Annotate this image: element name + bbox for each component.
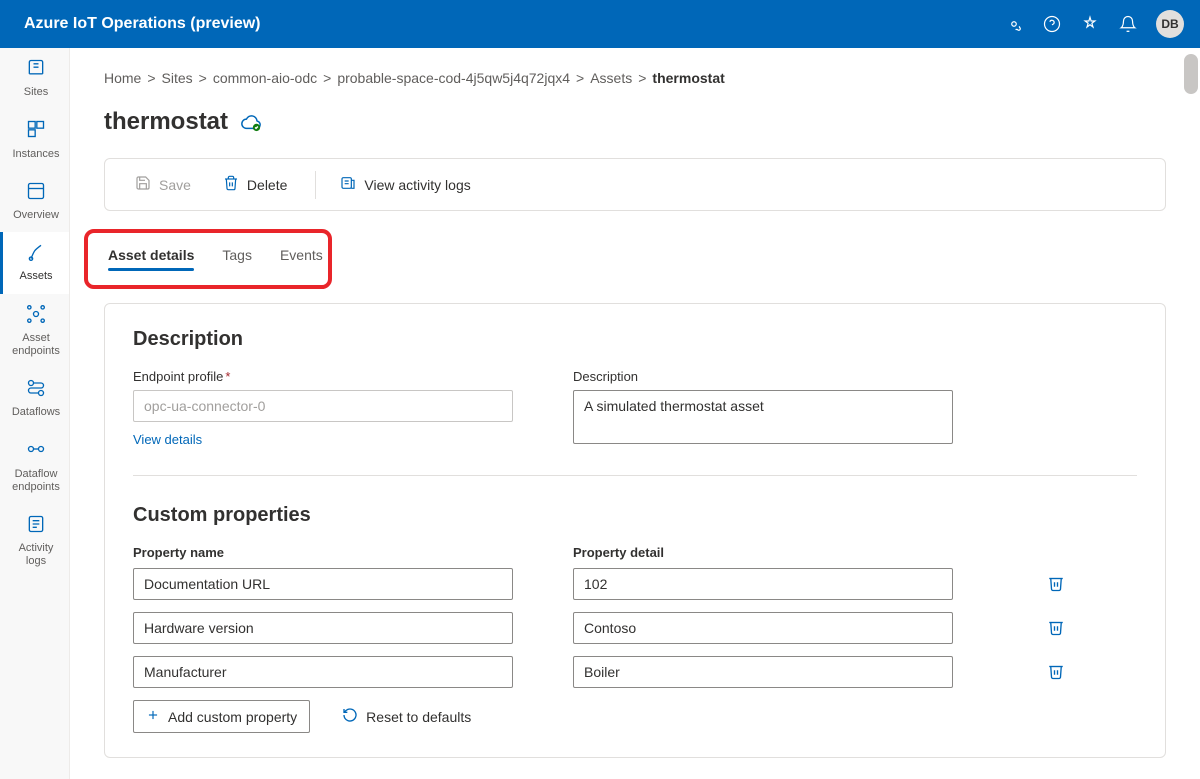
tabs: Asset details Tags Events: [104, 233, 1166, 277]
trash-icon: [1047, 580, 1065, 595]
toolbar: Save Delete View activity logs: [104, 158, 1166, 211]
sidebar-item-instances[interactable]: Instances: [0, 109, 69, 170]
description-label: Description: [573, 369, 953, 384]
sidebar-item-dataflows[interactable]: Dataflows: [0, 368, 69, 429]
sidebar-item-activity-logs[interactable]: Activity logs: [0, 504, 69, 579]
property-detail-header: Property detail: [573, 545, 953, 560]
custom-property-row: [133, 656, 1137, 688]
asset-endpoints-icon: [26, 304, 46, 328]
endpoint-profile-input: [133, 390, 513, 422]
view-details-link[interactable]: View details: [133, 432, 202, 447]
delete-property-button[interactable]: [1043, 570, 1069, 599]
app-title: Azure IoT Operations (preview): [24, 15, 260, 33]
property-name-input[interactable]: [133, 656, 513, 688]
help-icon[interactable]: [1042, 14, 1062, 34]
custom-property-row: [133, 612, 1137, 644]
sidebar-item-label: Asset endpoints: [7, 332, 65, 358]
dataflow-endpoints-icon: [26, 439, 46, 463]
notifications-icon[interactable]: [1118, 14, 1138, 34]
trash-icon: [1047, 668, 1065, 683]
endpoint-profile-label: Endpoint profile*: [133, 369, 513, 384]
sidebar-item-label: Assets: [19, 270, 52, 283]
delete-property-button[interactable]: [1043, 658, 1069, 687]
save-button: Save: [125, 169, 201, 200]
breadcrumb: Home > Sites > common-aio-odc > probable…: [104, 70, 1166, 86]
trash-icon: [1047, 624, 1065, 639]
cloud-sync-icon: [240, 110, 262, 135]
details-card: Description Endpoint profile* View detai…: [104, 303, 1166, 758]
sidebar-item-asset-endpoints[interactable]: Asset endpoints: [0, 294, 69, 369]
sidebar-item-label: Activity logs: [7, 542, 65, 568]
scrollbar[interactable]: [1184, 54, 1198, 94]
save-icon: [135, 175, 151, 194]
sidebar-item-label: Dataflows: [12, 406, 60, 419]
custom-properties-title: Custom properties: [133, 504, 1137, 527]
property-name-input[interactable]: [133, 612, 513, 644]
main-content: Home > Sites > common-aio-odc > probable…: [70, 48, 1200, 779]
tabs-wrapper: Asset details Tags Events: [104, 233, 1166, 277]
sidebar-item-label: Instances: [12, 148, 59, 161]
tab-asset-details[interactable]: Asset details: [108, 241, 194, 269]
page-title: thermostat: [104, 108, 228, 136]
section-divider: [133, 475, 1137, 476]
settings-icon[interactable]: [1004, 14, 1024, 34]
reset-icon: [342, 707, 358, 726]
property-name-header: Property name: [133, 545, 513, 560]
tab-tags[interactable]: Tags: [222, 241, 252, 269]
view-activity-logs-button[interactable]: View activity logs: [330, 169, 480, 200]
description-input[interactable]: A simulated thermostat asset: [573, 390, 953, 444]
add-custom-property-button[interactable]: Add custom property: [133, 700, 310, 733]
sidebar-item-label: Overview: [13, 209, 59, 222]
custom-properties-header: Property name Property detail: [133, 545, 1137, 560]
description-section-title: Description: [133, 328, 1137, 351]
property-name-input[interactable]: [133, 568, 513, 600]
delete-property-button[interactable]: [1043, 614, 1069, 643]
plus-icon: [146, 708, 160, 725]
sidebar-item-sites[interactable]: Sites: [0, 48, 69, 109]
breadcrumb-item[interactable]: common-aio-odc: [213, 70, 317, 86]
dataflows-icon: [26, 378, 46, 402]
header-actions: DB: [1004, 10, 1184, 38]
breadcrumb-item[interactable]: Assets: [590, 70, 632, 86]
overview-icon: [26, 181, 46, 205]
breadcrumb-item[interactable]: Home: [104, 70, 141, 86]
breadcrumb-item[interactable]: probable-space-cod-4j5qw5j4q72jqx4: [337, 70, 570, 86]
toolbar-separator: [315, 171, 316, 199]
delete-icon: [223, 175, 239, 194]
property-detail-input[interactable]: [573, 612, 953, 644]
app-header: Azure IoT Operations (preview) DB: [0, 0, 1200, 48]
activity-logs-icon: [26, 514, 46, 538]
avatar[interactable]: DB: [1156, 10, 1184, 38]
reset-defaults-button[interactable]: Reset to defaults: [338, 700, 475, 733]
tab-events[interactable]: Events: [280, 241, 323, 269]
sidebar: Sites Instances Overview Assets Asset en…: [0, 48, 70, 779]
breadcrumb-item-current: thermostat: [652, 70, 724, 86]
custom-property-row: [133, 568, 1137, 600]
property-detail-input[interactable]: [573, 656, 953, 688]
feedback-icon[interactable]: [1080, 14, 1100, 34]
assets-icon: [26, 242, 46, 266]
page-title-row: thermostat: [104, 108, 1166, 136]
sites-icon: [26, 58, 46, 82]
instances-icon: [26, 119, 46, 143]
breadcrumb-item[interactable]: Sites: [162, 70, 193, 86]
sidebar-item-assets[interactable]: Assets: [0, 232, 69, 293]
activity-log-icon: [340, 175, 356, 194]
sidebar-item-dataflow-endpoints[interactable]: Dataflow endpoints: [0, 429, 69, 504]
sidebar-item-label: Sites: [24, 86, 48, 99]
custom-properties-actions: Add custom property Reset to defaults: [133, 700, 1137, 733]
sidebar-item-label: Dataflow endpoints: [7, 468, 65, 494]
sidebar-item-overview[interactable]: Overview: [0, 171, 69, 232]
delete-button[interactable]: Delete: [213, 169, 297, 200]
property-detail-input[interactable]: [573, 568, 953, 600]
